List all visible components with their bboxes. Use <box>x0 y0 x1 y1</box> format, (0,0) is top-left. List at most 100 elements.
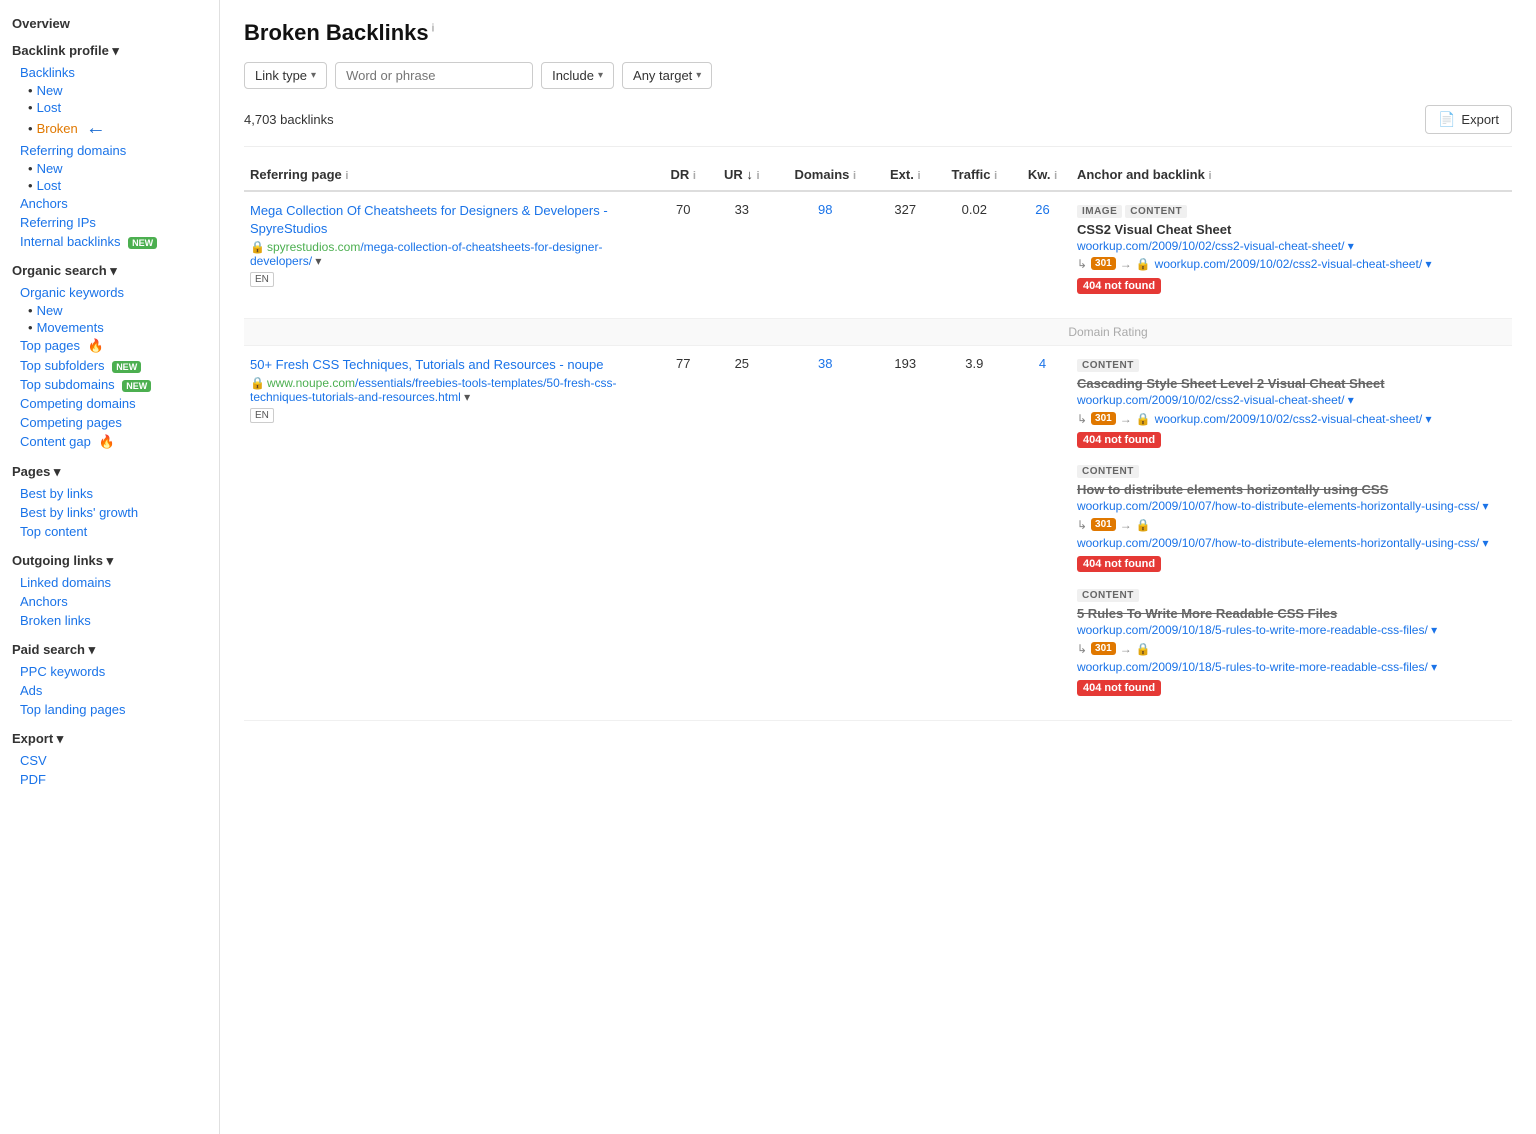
sidebar-referring-domains-lost[interactable]: • Lost <box>12 177 207 194</box>
sidebar-referring-domains-new[interactable]: • New <box>12 160 207 177</box>
anchor-tags: CONTENT <box>1077 462 1506 482</box>
th-ext: Ext. i <box>876 159 935 191</box>
sidebar-organic-keywords-new-link[interactable]: New <box>37 303 63 318</box>
content-tag: CONTENT <box>1077 359 1139 372</box>
sidebar-best-by-links-growth[interactable]: Best by links' growth <box>12 503 207 522</box>
sidebar-anchors2[interactable]: Anchors <box>12 592 207 611</box>
info-icon: i <box>1054 170 1057 182</box>
sidebar-outgoing-links[interactable]: Outgoing links ▾ <box>12 553 207 569</box>
sidebar-backlinks-new[interactable]: • New <box>12 82 207 99</box>
anchor-tags: CONTENT <box>1077 356 1506 376</box>
sidebar-internal-backlinks[interactable]: Internal backlinks NEW <box>12 232 207 251</box>
redirect-url[interactable]: woorkup.com/2009/10/18/5-rules-to-write-… <box>1077 660 1437 676</box>
sidebar-referring-domains-new-link[interactable]: New <box>37 161 63 176</box>
sidebar-anchors[interactable]: Anchors <box>12 194 207 213</box>
sidebar-top-subfolders[interactable]: Top subfolders NEW <box>12 356 207 375</box>
bullet-icon: • <box>28 178 33 193</box>
sidebar-top-landing-pages[interactable]: Top landing pages <box>12 700 207 719</box>
word-phrase-input[interactable] <box>335 62 533 89</box>
sidebar-backlinks-broken-link[interactable]: Broken <box>37 121 78 136</box>
dropdown-arrow: ▾ <box>312 254 321 268</box>
sidebar-organic-keywords-movements[interactable]: • Movements <box>12 319 207 336</box>
info-icon: i <box>853 170 856 182</box>
referring-page-url: 🔒spyrestudios.com/mega-collection-of-che… <box>250 240 651 268</box>
sidebar-content-gap[interactable]: Content gap 🔥 <box>12 432 207 452</box>
dropdown-arrow: ▾ <box>461 390 470 404</box>
not-found-badge: 404 not found <box>1077 551 1506 572</box>
ur-cell: 33 <box>709 191 775 319</box>
link-type-filter[interactable]: Link type ▾ <box>244 62 327 89</box>
sidebar-referring-domains[interactable]: Referring domains <box>12 141 207 160</box>
sidebar-backlinks-lost-link[interactable]: Lost <box>37 100 62 115</box>
sidebar-paid-search[interactable]: Paid search ▾ <box>12 642 207 658</box>
sidebar-organic-keywords-movements-link[interactable]: Movements <box>37 320 104 335</box>
lock-icon: 🔒 <box>1136 642 1151 656</box>
sidebar-ppc-keywords[interactable]: PPC keywords <box>12 662 207 681</box>
export-icon: 📄 <box>1438 111 1455 128</box>
not-found-badge: 404 not found <box>1077 273 1506 294</box>
info-icon: i <box>757 170 760 182</box>
bullet-icon: • <box>28 83 33 98</box>
sidebar-top-content[interactable]: Top content <box>12 522 207 541</box>
referring-page-link[interactable]: Mega Collection Of Cheatsheets for Desig… <box>250 203 608 236</box>
sidebar-backlinks[interactable]: Backlinks <box>12 63 207 82</box>
anchor-url[interactable]: woorkup.com/2009/10/07/how-to-distribute… <box>1077 499 1506 515</box>
th-referring-page: Referring page i <box>244 159 657 191</box>
anchor-tags: IMAGECONTENT <box>1077 202 1506 222</box>
content-tag: IMAGE <box>1077 205 1122 218</box>
sidebar-overview[interactable]: Overview <box>12 16 207 31</box>
redirect-url[interactable]: woorkup.com/2009/10/02/css2-visual-cheat… <box>1155 412 1432 428</box>
sidebar-linked-domains[interactable]: Linked domains <box>12 573 207 592</box>
backlinks-table: Referring page i DR i UR ↓ i Domains i E… <box>244 159 1512 721</box>
sidebar-referring-ips[interactable]: Referring IPs <box>12 213 207 232</box>
sidebar-competing-pages[interactable]: Competing pages <box>12 413 207 432</box>
sidebar-export[interactable]: Export ▾ <box>12 731 207 747</box>
sidebar-pdf[interactable]: PDF <box>12 770 207 789</box>
sidebar-referring-domains-lost-link[interactable]: Lost <box>37 178 62 193</box>
kw-cell: 4 <box>1014 346 1071 721</box>
sidebar-organic-search[interactable]: Organic search ▾ <box>12 263 207 279</box>
sidebar-ads[interactable]: Ads <box>12 681 207 700</box>
sidebar-top-subdomains[interactable]: Top subdomains NEW <box>12 375 207 394</box>
sidebar: Overview Backlink profile ▾ Backlinks • … <box>0 0 220 1134</box>
redirect-url[interactable]: woorkup.com/2009/10/02/css2-visual-cheat… <box>1155 257 1432 273</box>
anchor-section: IMAGECONTENTCSS2 Visual Cheat Sheetwoork… <box>1077 202 1506 294</box>
backlinks-count-text: 4,703 backlinks <box>244 112 334 127</box>
any-target-filter[interactable]: Any target ▾ <box>622 62 712 89</box>
domain-rating-label: Domain Rating <box>1068 325 1147 339</box>
sidebar-backlinks-lost[interactable]: • Lost <box>12 99 207 116</box>
anchor-url[interactable]: woorkup.com/2009/10/02/css2-visual-cheat… <box>1077 239 1506 255</box>
sidebar-broken-links[interactable]: Broken links <box>12 611 207 630</box>
redirect-url[interactable]: woorkup.com/2009/10/07/how-to-distribute… <box>1077 536 1489 552</box>
redirect-badge: 301 <box>1091 518 1116 531</box>
sidebar-best-by-links[interactable]: Best by links <box>12 484 207 503</box>
referring-page-link[interactable]: 50+ Fresh CSS Techniques, Tutorials and … <box>250 357 604 372</box>
lock-icon: 🔒 <box>250 240 265 254</box>
sidebar-backlink-profile[interactable]: Backlink profile ▾ <box>12 43 207 59</box>
sidebar-csv[interactable]: CSV <box>12 751 207 770</box>
include-filter[interactable]: Include ▾ <box>541 62 614 89</box>
arrow-left-icon: ← <box>86 117 106 140</box>
anchor-url[interactable]: woorkup.com/2009/10/02/css2-visual-cheat… <box>1077 393 1506 409</box>
redirect-arrow-icon: ↳ <box>1077 518 1087 532</box>
sidebar-backlinks-broken[interactable]: • Broken ← <box>12 116 207 141</box>
referring-page-url: 🔒www.noupe.com/essentials/freebies-tools… <box>250 376 651 404</box>
redirect-arrow-icon: ↳ <box>1077 257 1087 271</box>
info-icon: i <box>345 170 348 182</box>
sidebar-organic-keywords[interactable]: Organic keywords <box>12 283 207 302</box>
lang-badge: EN <box>250 404 651 423</box>
ur-cell: 25 <box>709 346 775 721</box>
anchor-url[interactable]: woorkup.com/2009/10/18/5-rules-to-write-… <box>1077 623 1506 639</box>
kw-cell: 26 <box>1014 191 1071 319</box>
sidebar-backlinks-new-link[interactable]: New <box>37 83 63 98</box>
content-tag: CONTENT <box>1077 589 1139 602</box>
redirect-badge: 301 <box>1091 642 1116 655</box>
chevron-down-icon: ▾ <box>598 70 603 81</box>
sidebar-competing-domains[interactable]: Competing domains <box>12 394 207 413</box>
sidebar-top-pages[interactable]: Top pages 🔥 <box>12 336 207 356</box>
arrow-icon: → <box>1120 518 1132 532</box>
sidebar-pages[interactable]: Pages ▾ <box>12 464 207 480</box>
sidebar-organic-keywords-new[interactable]: • New <box>12 302 207 319</box>
fire-icon-top-pages: 🔥 <box>88 338 104 353</box>
export-button[interactable]: 📄 Export <box>1425 105 1512 134</box>
